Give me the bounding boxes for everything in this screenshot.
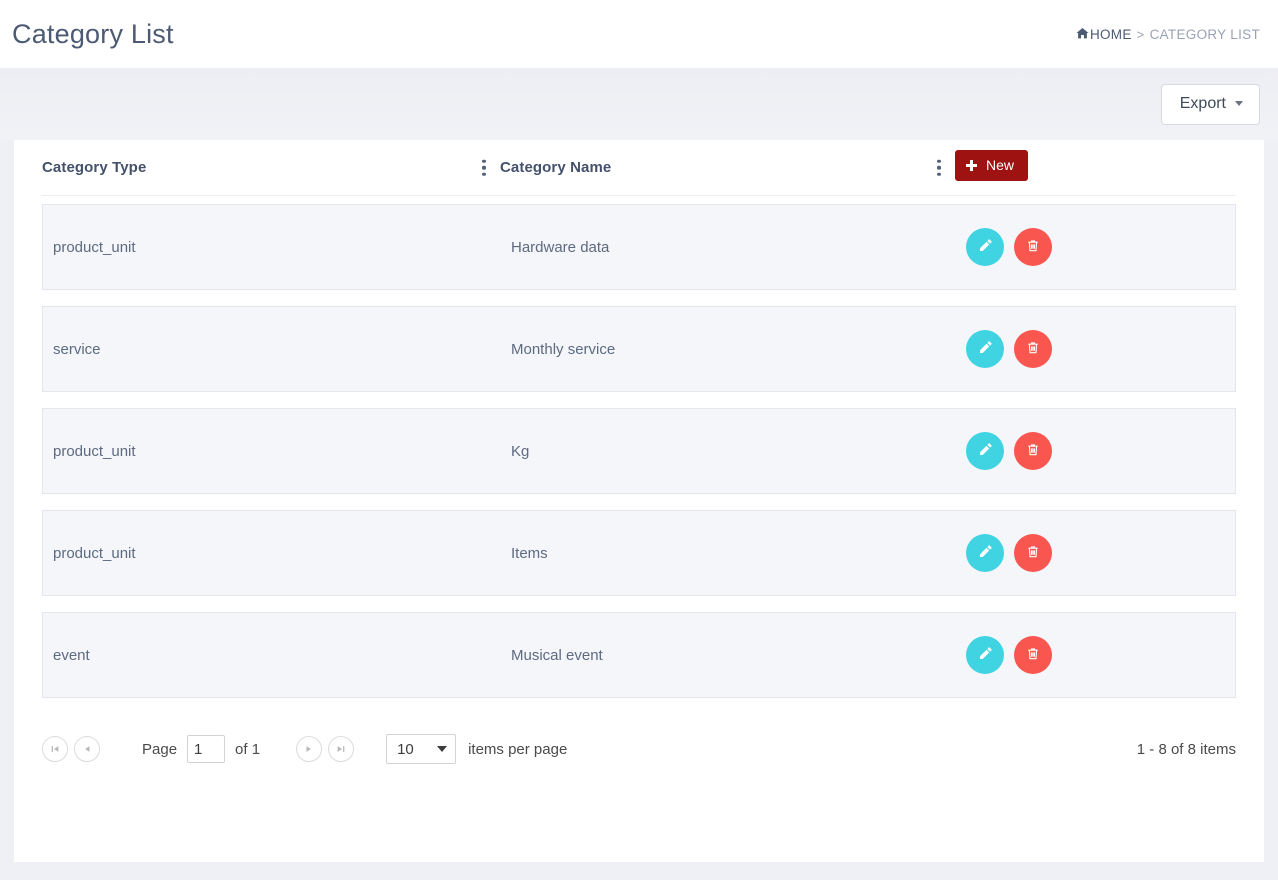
trash-icon xyxy=(1026,239,1040,256)
table-row: product_unit Kg xyxy=(42,408,1236,494)
table-row: event Musical event xyxy=(42,612,1236,698)
delete-button[interactable] xyxy=(1014,330,1052,368)
edit-button[interactable] xyxy=(966,534,1004,572)
kebab-menu-icon[interactable] xyxy=(482,159,486,176)
last-page-button[interactable] xyxy=(328,736,355,762)
column-header-label: Category Type xyxy=(42,158,147,176)
delete-button[interactable] xyxy=(1014,228,1052,266)
trash-icon xyxy=(1026,647,1040,664)
breadcrumb-home[interactable]: HOME xyxy=(1090,27,1132,42)
items-per-page-label: items per page xyxy=(468,740,568,758)
delete-button[interactable] xyxy=(1014,432,1052,470)
column-actions: New xyxy=(955,150,1236,183)
delete-button[interactable] xyxy=(1014,636,1052,674)
pagination-bar: Page of 1 10 items per page 1 - 8 of 8 i… xyxy=(42,714,1236,784)
new-button[interactable]: New xyxy=(955,150,1029,181)
cell-category-type: product_unit xyxy=(53,238,136,256)
cell-category-type: service xyxy=(53,340,101,358)
edit-button[interactable] xyxy=(966,432,1004,470)
grid-rows: product_unit Hardware data service Month… xyxy=(42,196,1236,698)
table-row: product_unit Items xyxy=(42,510,1236,596)
cell-category-type: event xyxy=(53,646,90,664)
grid-header: Category Type Category Name New xyxy=(42,140,1236,196)
caret-down-icon xyxy=(437,746,448,752)
edit-button[interactable] xyxy=(966,228,1004,266)
pencil-icon xyxy=(978,238,993,256)
page-number-input[interactable] xyxy=(187,735,226,763)
table-row: service Monthly service xyxy=(42,306,1236,392)
kebab-menu-icon[interactable] xyxy=(937,159,941,176)
breadcrumb-separator: > xyxy=(1136,26,1145,42)
cell-category-name: Monthly service xyxy=(511,340,616,358)
breadcrumb: HOME > CATEGORY LIST xyxy=(1076,27,1260,42)
next-page-icon xyxy=(304,742,314,757)
export-button-label: Export xyxy=(1179,94,1226,112)
cell-actions xyxy=(956,534,1235,572)
cell-category-type: product_unit xyxy=(53,442,136,460)
trash-icon xyxy=(1026,443,1040,460)
last-page-icon xyxy=(336,742,346,757)
next-page-button[interactable] xyxy=(296,736,323,762)
cell-actions xyxy=(956,636,1235,674)
toolbar-band: Export xyxy=(0,68,1278,140)
edit-button[interactable] xyxy=(966,636,1004,674)
column-category-name: Category Name xyxy=(500,159,955,177)
page-total-label: of 1 xyxy=(235,740,261,758)
breadcrumb-current: CATEGORY LIST xyxy=(1149,26,1260,42)
content-card: Category Type Category Name New product_… xyxy=(14,140,1264,862)
cell-actions xyxy=(956,432,1235,470)
cell-category-name: Items xyxy=(511,544,548,562)
top-header: Category List HOME > CATEGORY LIST xyxy=(0,0,1278,68)
item-range-label: 1 - 8 of 8 items xyxy=(1136,740,1236,758)
pencil-icon xyxy=(978,544,993,562)
pencil-icon xyxy=(978,340,993,358)
trash-icon xyxy=(1026,545,1040,562)
pagination-next-group xyxy=(296,736,360,762)
table-row: product_unit Hardware data xyxy=(42,204,1236,290)
cell-actions xyxy=(956,228,1235,266)
edit-button[interactable] xyxy=(966,330,1004,368)
column-header-label: Category Name xyxy=(500,158,612,176)
cell-category-name: Kg xyxy=(511,442,530,460)
first-page-button[interactable] xyxy=(42,736,68,762)
new-button-label: New xyxy=(986,157,1015,173)
cell-actions xyxy=(956,330,1235,368)
pencil-icon xyxy=(978,442,993,460)
previous-page-button[interactable] xyxy=(74,736,100,762)
page-title: Category List xyxy=(12,18,174,49)
column-category-type: Category Type xyxy=(42,159,500,177)
page-size-select[interactable]: 10 xyxy=(386,734,457,764)
delete-button[interactable] xyxy=(1014,534,1052,572)
cell-category-type: product_unit xyxy=(53,544,136,562)
pencil-icon xyxy=(978,646,993,664)
cell-category-name: Musical event xyxy=(511,646,603,664)
page-size-value: 10 xyxy=(397,740,414,758)
caret-down-icon xyxy=(1235,101,1243,106)
page-label: Page xyxy=(142,740,178,758)
home-icon xyxy=(1076,27,1089,42)
first-page-icon xyxy=(50,742,60,757)
cell-category-name: Hardware data xyxy=(511,238,610,256)
plus-icon xyxy=(966,159,977,171)
trash-icon xyxy=(1026,341,1040,358)
export-button[interactable]: Export xyxy=(1160,83,1260,125)
previous-page-icon xyxy=(82,742,92,757)
